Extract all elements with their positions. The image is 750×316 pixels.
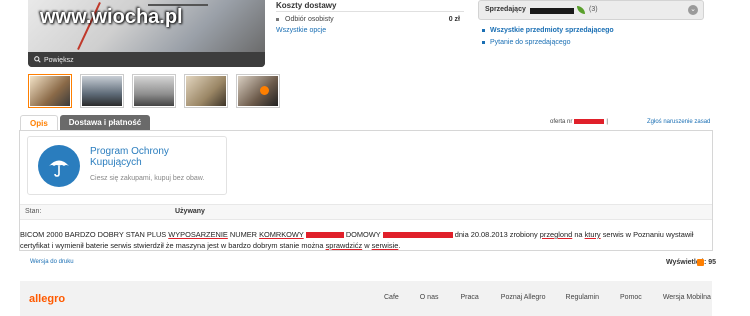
chevron-down-icon[interactable]: ⌄ — [688, 5, 698, 15]
footer-link-mobile[interactable]: Wersja Mobilna — [663, 294, 711, 301]
desc-text: ktury — [584, 230, 601, 239]
zoom-button[interactable]: Powiększ — [34, 56, 74, 65]
thumbnail[interactable] — [80, 74, 124, 108]
footer-link-help[interactable]: Pomoc — [620, 294, 642, 301]
watermark: www.wiocha.pl — [40, 6, 183, 28]
redacted-seller-name — [530, 8, 574, 14]
thumbnail[interactable] — [184, 74, 228, 108]
leaf-icon — [577, 6, 585, 14]
magnifier-icon — [34, 56, 41, 65]
all-shipping-options-link[interactable]: Wszystkie opcje — [276, 27, 326, 34]
seller-label: Sprzedający — [485, 6, 526, 13]
offer-label: oferta nr — [550, 119, 573, 126]
ask-seller-label[interactable]: Pytanie do sprzedającego — [490, 39, 571, 46]
view-count: Wyświetleń: 95 — [666, 259, 717, 266]
more-thumbnails-button[interactable] — [260, 86, 269, 95]
shipping-option-label: Odbiór osobisty — [285, 16, 334, 23]
bullet-icon — [276, 17, 279, 21]
redacted-text — [382, 232, 453, 239]
thumbnail-strip — [28, 74, 280, 108]
desc-text: DOMOWY — [345, 230, 381, 239]
desc-text: serwisie — [371, 240, 399, 250]
seller-rating-count: (3) — [589, 6, 598, 13]
parameters-row — [20, 204, 712, 220]
param-label: Stan: — [25, 208, 42, 215]
desc-text: certyfikat i wymienił baterie serwis stw… — [20, 240, 324, 250]
desc-text: serwis w Poznaniu wystawił — [602, 230, 694, 239]
desc-text: przeglond — [539, 230, 573, 239]
desc-text: sprawdzićz — [325, 240, 363, 250]
buyer-protection-subtitle: Ciesz się zakupami, kupuj bez obaw. — [90, 175, 205, 182]
offer-number: oferta nr | — [550, 119, 608, 126]
ask-seller-link[interactable]: Pytanie do sprzedającego — [482, 39, 571, 46]
rss-icon[interactable] — [697, 259, 704, 266]
desc-text: na — [574, 230, 583, 239]
shipping-option: Odbiór osobisty 0 zł — [276, 16, 460, 23]
bullet-icon — [482, 40, 485, 44]
tab-delivery[interactable]: Dostawa i płatność — [59, 115, 151, 130]
footer-link-discover[interactable]: Poznaj Allegro — [501, 294, 546, 301]
shipping-price: 0 zł — [448, 16, 460, 23]
footer-nav: Cafe O nas Praca Poznaj Allegro Regulami… — [384, 294, 711, 301]
footer-link-about[interactable]: O nas — [420, 294, 439, 301]
thumbnail[interactable] — [28, 74, 72, 108]
seller-items-link[interactable]: Wszystkie przedmioty sprzedającego — [482, 27, 614, 34]
report-violation-link[interactable]: Zgłoś naruszenie zasad — [647, 119, 710, 125]
footer-link-jobs[interactable]: Praca — [460, 294, 478, 301]
desc-text: . — [398, 240, 401, 250]
param-value: Używany — [175, 208, 205, 215]
buyer-protection-title[interactable]: Program Ochrony Kupujących — [90, 146, 200, 168]
redacted-text — [305, 232, 344, 239]
seller-items-label[interactable]: Wszystkie przedmioty sprzedającego — [490, 27, 614, 34]
thumbnail[interactable] — [236, 74, 280, 108]
umbrella-icon — [38, 145, 80, 187]
item-description: BICOM 2000 BARDZO DOBRY STAN PLUS WYPOSA… — [20, 230, 710, 251]
footer-link-terms[interactable]: Regulamin — [566, 294, 599, 301]
zoom-label: Powiększ — [44, 57, 74, 64]
desc-text: dnia 20.08.2013 zrobiony — [454, 230, 538, 239]
bullet-icon — [482, 28, 485, 32]
footer-link-cafe[interactable]: Cafe — [384, 294, 399, 301]
desc-text: WYPOSARZENIE — [168, 230, 228, 239]
redacted-offer-number — [574, 119, 605, 124]
desc-text: NUMER — [229, 230, 257, 239]
desc-text: BICOM 2000 BARDZO DOBRY STAN PLUS — [20, 230, 167, 239]
desc-text: KOMRKOWY — [259, 230, 304, 239]
thumbnail[interactable] — [132, 74, 176, 108]
divider — [276, 11, 464, 12]
desc-text: w — [364, 240, 370, 250]
print-version-link[interactable]: Wersja do druku — [30, 259, 74, 265]
seller-box[interactable]: Sprzedający (3) ⌄ — [478, 0, 704, 20]
allegro-logo[interactable]: allegro — [29, 293, 65, 305]
shipping-title: Koszty dostawy — [276, 1, 337, 10]
